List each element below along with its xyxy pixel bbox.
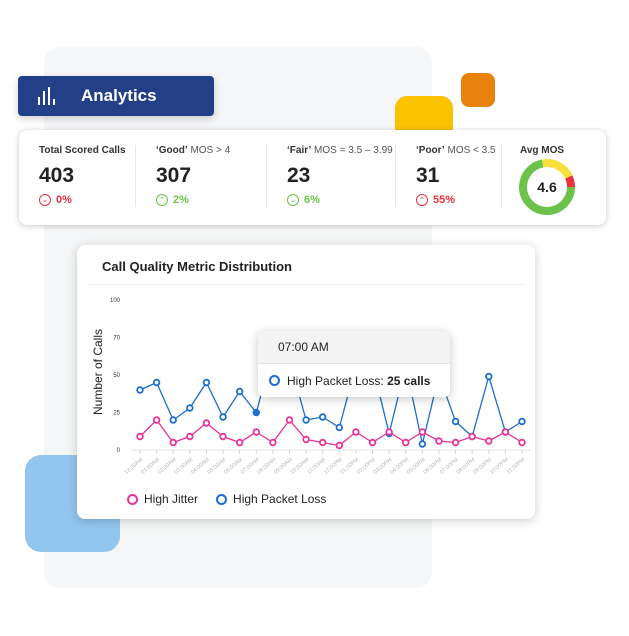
data-point[interactable] <box>269 438 277 447</box>
chevron-down-circle-icon: ⌄ <box>39 194 51 206</box>
stats-card: Total Scored Calls 403 ⌄ 0% ‘Good’ MOS > … <box>19 130 606 225</box>
data-point[interactable] <box>335 441 344 450</box>
data-point[interactable] <box>385 428 393 436</box>
data-point[interactable] <box>335 423 344 432</box>
stat-value: 403 <box>39 164 75 187</box>
y-tick-label: 70 <box>113 336 120 342</box>
stat-title: Total Scored Calls <box>39 145 126 156</box>
data-point[interactable] <box>235 438 244 447</box>
bar-chart-icon <box>38 87 60 105</box>
data-point[interactable] <box>485 372 493 381</box>
stat-delta: ⌄ 6% <box>287 194 396 206</box>
data-point[interactable] <box>202 378 211 387</box>
analytics-header[interactable]: Analytics <box>18 76 214 116</box>
legend-item-high-jitter[interactable]: High Jitter <box>127 492 198 506</box>
stat-title: ‘Poor’ MOS < 3.5 <box>416 145 496 156</box>
data-point[interactable] <box>186 432 194 441</box>
chevron-up-circle-icon: ⌃ <box>156 194 168 206</box>
legend-marker-icon <box>127 493 138 505</box>
x-tick-label: 11:00PM <box>506 457 527 476</box>
stat-value: 23 <box>287 164 311 187</box>
stat-delta: ⌃ 55% <box>416 194 502 206</box>
data-point[interactable] <box>219 432 227 441</box>
data-point[interactable] <box>252 408 260 417</box>
tooltip-time: 07:00 AM <box>258 331 450 364</box>
tooltip-value: 25 calls <box>387 373 431 388</box>
data-point[interactable] <box>219 413 227 421</box>
data-point[interactable] <box>451 438 460 447</box>
series-line-high-jitter <box>139 418 523 447</box>
data-point[interactable] <box>435 437 443 445</box>
data-point[interactable] <box>318 413 327 421</box>
data-point[interactable] <box>485 437 493 445</box>
data-point[interactable] <box>252 428 260 436</box>
tooltip-series: High Packet Loss: <box>287 373 384 388</box>
data-point[interactable] <box>235 387 244 396</box>
data-point[interactable] <box>368 438 377 447</box>
legend-marker-icon <box>216 493 228 505</box>
stat-fair-mos[interactable]: ‘Fair’ MOS = 3.5 – 3.99 23 ⌄ 6% <box>267 130 396 225</box>
stat-delta: ⌃ 2% <box>156 194 267 206</box>
data-point[interactable] <box>302 416 310 424</box>
data-point[interactable] <box>285 416 294 424</box>
stat-good-mos[interactable]: ‘Good’ MOS > 4 307 ⌃ 2% <box>136 130 267 225</box>
stat-poor-mos[interactable]: ‘Poor’ MOS < 3.5 31 ⌃ 55% <box>396 130 502 225</box>
data-point[interactable] <box>518 438 526 447</box>
series-marker-icon <box>269 375 280 386</box>
data-point[interactable] <box>169 416 177 424</box>
stat-title: ‘Fair’ MOS = 3.5 – 3.99 <box>287 145 393 156</box>
data-point[interactable] <box>451 417 460 426</box>
data-point[interactable] <box>402 438 410 447</box>
data-point[interactable] <box>318 438 327 447</box>
y-tick-label: 50 <box>113 373 120 379</box>
stat-value: 31 <box>416 164 440 187</box>
chart-legend: High Jitter High Packet Loss <box>127 492 344 506</box>
data-point[interactable] <box>302 435 310 444</box>
stat-delta: ⌄ 0% <box>39 194 136 206</box>
chart-tooltip: 07:00 AM High Packet Loss: 25 calls <box>258 331 450 397</box>
stat-title: Avg MOS <box>520 145 565 156</box>
stat-avg-mos[interactable]: Avg MOS 4.6 <box>502 130 575 225</box>
data-point[interactable] <box>152 416 161 424</box>
data-point[interactable] <box>202 419 211 427</box>
chevron-up-circle-icon: ⌃ <box>416 194 428 206</box>
data-point[interactable] <box>152 378 161 387</box>
y-tick-label: 100 <box>110 298 121 304</box>
y-tick-label: 25 <box>113 411 120 417</box>
data-point[interactable] <box>136 386 144 394</box>
legend-item-high-packet-loss[interactable]: High Packet Loss <box>216 492 326 506</box>
data-point[interactable] <box>136 432 144 441</box>
tooltip-body: High Packet Loss: 25 calls <box>258 364 450 397</box>
data-point[interactable] <box>418 428 427 436</box>
data-point[interactable] <box>352 428 360 436</box>
y-axis-label: Number of Calls <box>91 329 105 415</box>
decorative-orange-shape <box>461 73 495 107</box>
stat-total-scored-calls[interactable]: Total Scored Calls 403 ⌄ 0% <box>19 130 136 225</box>
y-tick-label: 0 <box>117 448 121 454</box>
data-point[interactable] <box>186 404 194 412</box>
avg-mos-value: 4.6 <box>537 179 557 195</box>
stat-value: 307 <box>156 164 192 187</box>
data-point[interactable] <box>518 417 526 426</box>
data-point[interactable] <box>468 432 476 441</box>
chevron-down-circle-icon: ⌄ <box>287 194 299 206</box>
stat-title: ‘Good’ MOS > 4 <box>156 145 231 156</box>
data-point[interactable] <box>501 428 510 436</box>
analytics-title: Analytics <box>81 86 157 105</box>
data-point[interactable] <box>169 438 177 447</box>
data-point[interactable] <box>418 440 427 448</box>
